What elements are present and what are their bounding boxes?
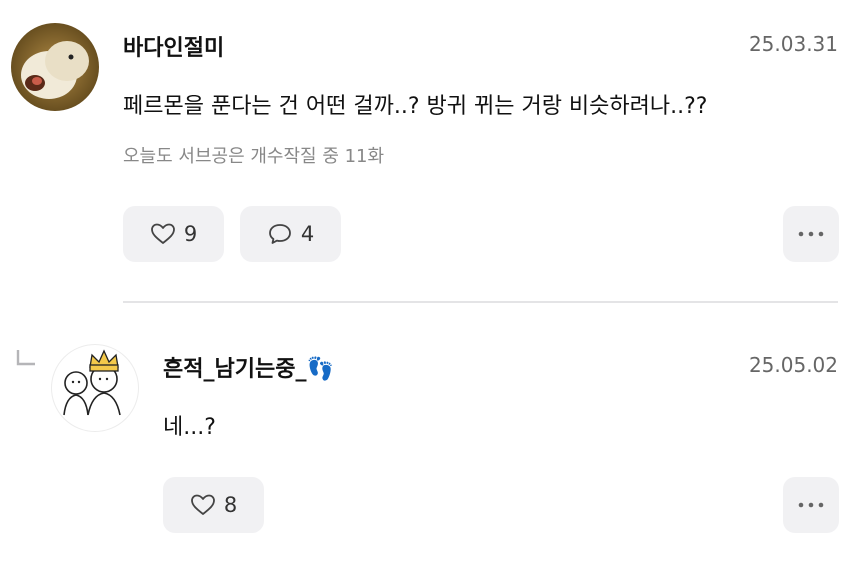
username[interactable]: 바다인절미 (123, 30, 224, 62)
avatar[interactable] (11, 23, 99, 111)
divider (123, 301, 838, 303)
like-count: 9 (183, 222, 198, 246)
like-count: 8 (223, 493, 238, 517)
comment-date: 25.05.02 (748, 353, 838, 377)
comment-text: 네...? (163, 415, 216, 440)
reply-count: 4 (300, 222, 315, 246)
episode-reference[interactable]: 오늘도 서브공은 개수작질 중 11화 (123, 142, 384, 168)
like-button[interactable]: 9 (123, 206, 224, 262)
speech-bubble-icon (268, 224, 291, 244)
reply-count-button[interactable]: 4 (240, 206, 341, 262)
more-dots-icon (798, 231, 824, 237)
reply-arrow-icon (16, 350, 35, 366)
username[interactable]: 흔적_남기는중_👣 (163, 351, 334, 383)
more-options-button[interactable] (783, 477, 839, 533)
heart-icon (150, 223, 175, 244)
comment-date: 25.03.31 (748, 32, 838, 56)
heart-icon (190, 494, 215, 515)
like-button[interactable]: 8 (163, 477, 264, 533)
avatar[interactable] (51, 344, 139, 432)
more-dots-icon (798, 502, 824, 508)
comment-text: 페르몬을 푼다는 건 어떤 걸까..? 방귀 뀌는 거랑 비슷하려나..?? (123, 94, 708, 119)
more-options-button[interactable] (783, 206, 839, 262)
